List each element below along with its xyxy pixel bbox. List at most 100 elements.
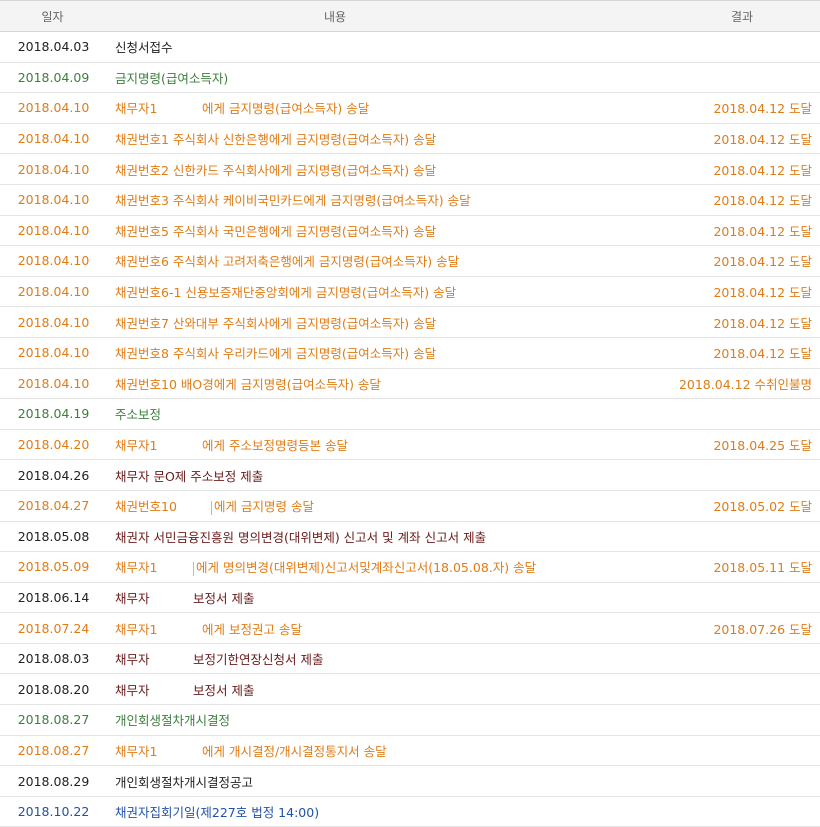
row-content: 채권번호10 에게 금지명령 송달 bbox=[105, 490, 660, 522]
table-row: 2018.04.10 채권번호6 주식회사 고려저축은행에게 금지명령(급여소득… bbox=[0, 245, 820, 277]
row-content-text: 보정서 제출 bbox=[193, 682, 255, 698]
row-content-text: 채권번호2 신한카드 주식회사에게 금지명령(급여소득자) 송달 bbox=[115, 162, 437, 178]
row-date: 2018.04.10 bbox=[0, 153, 105, 185]
table-row: 2018.04.27 채권번호10 에게 금지명령 송달 2018.05.02 도… bbox=[0, 490, 820, 522]
row-date: 2018.04.09 bbox=[0, 62, 105, 94]
row-content-text: 채권번호3 주식회사 케이비국민카드에게 금지명령(급여소득자) 송달 bbox=[115, 193, 471, 209]
row-date: 2018.04.27 bbox=[0, 490, 105, 522]
row-content: 주소보정 bbox=[105, 398, 660, 430]
row-date: 2018.04.10 bbox=[0, 215, 105, 247]
row-recipient: 채무자1 bbox=[115, 101, 158, 117]
row-content: 채권번호3 주식회사 케이비국민카드에게 금지명령(급여소득자) 송달 bbox=[105, 184, 660, 216]
row-date: 2018.08.27 bbox=[0, 704, 105, 736]
row-content: 채무자1 에게 보정권고 송달 bbox=[105, 612, 660, 644]
row-content-text: 개인회생절차개시결정 bbox=[115, 713, 231, 729]
row-result bbox=[660, 643, 820, 675]
row-content-text: 금지명령(급여소득자) bbox=[115, 70, 229, 86]
table-row: 2018.04.10 채권번호1 주식회사 신한은행에게 금지명령(급여소득자)… bbox=[0, 123, 820, 155]
row-content-text: 에게 보정권고 송달 bbox=[202, 621, 302, 637]
row-content: 채무자1 에게 개시결정/개시결정통지서 송달 bbox=[105, 735, 660, 767]
row-result: 2018.04.12 도달 bbox=[660, 92, 820, 124]
row-result bbox=[660, 704, 820, 736]
row-content: 채무자1 에게 주소보정명령등본 송달 bbox=[105, 429, 660, 461]
row-content: 개인회생절차개시결정 bbox=[105, 704, 660, 736]
row-result bbox=[660, 459, 820, 491]
row-date: 2018.08.29 bbox=[0, 765, 105, 797]
row-content-text: 채권번호5 주식회사 국민은행에게 금지명령(급여소득자) 송달 bbox=[115, 223, 437, 239]
row-date: 2018.05.09 bbox=[0, 551, 105, 583]
redaction-divider bbox=[211, 500, 212, 515]
row-content-text: 채권번호8 주식회사 우리카드에게 금지명령(급여소득자) 송달 bbox=[115, 346, 437, 362]
row-recipient: 채무자1 bbox=[115, 621, 158, 637]
row-result bbox=[660, 673, 820, 706]
table-row: 2018.04.10 채권번호7 산와대부 주식회사에게 금지명령(급여소득자)… bbox=[0, 306, 820, 338]
row-content: 채무자 보정기한연장신청서 제출 bbox=[105, 643, 660, 675]
row-result: 2018.04.12 도달 bbox=[660, 245, 820, 277]
table-row: 2018.04.10 채무자1 에게 금지명령(급여소득자) 송달 2018.04… bbox=[0, 92, 820, 124]
row-content: 채권번호7 산와대부 주식회사에게 금지명령(급여소득자) 송달 bbox=[105, 306, 660, 338]
table-body: 2018.04.03 신청서접수 2018.04.09 금지명령(급여소득자) … bbox=[0, 31, 820, 827]
row-content: 개인회생절차개시결정공고 bbox=[105, 765, 660, 797]
row-date: 2018.06.14 bbox=[0, 582, 105, 614]
row-content: 채권번호8 주식회사 우리카드에게 금지명령(급여소득자) 송달 bbox=[105, 337, 660, 369]
row-result bbox=[660, 31, 820, 63]
row-content-text: 에게 금지명령(급여소득자) 송달 bbox=[202, 101, 370, 117]
row-date: 2018.08.27 bbox=[0, 735, 105, 767]
row-recipient: 채무자1 bbox=[115, 743, 158, 759]
row-content: 채권번호1 주식회사 신한은행에게 금지명령(급여소득자) 송달 bbox=[105, 123, 660, 155]
row-content-text: 개인회생절차개시결정공고 bbox=[115, 774, 254, 790]
row-result: 2018.04.12 도달 bbox=[660, 276, 820, 308]
row-content: 채권번호6-1 신용보증재단중앙회에게 금지명령(급여소득자) 송달 bbox=[105, 276, 660, 308]
table-row: 2018.10.22 채권자집회기일(제227호 법정 14:00) bbox=[0, 796, 820, 827]
row-recipient: 채무자1 bbox=[115, 560, 158, 576]
row-content-text: 채권번호6-1 신용보증재단중앙회에게 금지명령(급여소득자) 송달 bbox=[115, 285, 457, 301]
row-content-text: 보정기한연장신청서 제출 bbox=[193, 652, 324, 668]
row-result bbox=[660, 62, 820, 94]
row-result bbox=[660, 735, 820, 767]
row-date: 2018.05.08 bbox=[0, 521, 105, 553]
row-result: 2018.05.11 도달 bbox=[660, 551, 820, 583]
row-content-text: 에게 금지명령 송달 bbox=[214, 499, 314, 515]
row-result bbox=[660, 521, 820, 553]
row-result bbox=[660, 582, 820, 614]
row-party: 채무자 bbox=[115, 652, 150, 668]
table-row: 2018.05.09 채무자1 에게 명의변경(대위변제)신고서및계좌신고서(18… bbox=[0, 551, 820, 583]
row-content: 채권번호6 주식회사 고려저축은행에게 금지명령(급여소득자) 송달 bbox=[105, 245, 660, 277]
row-result bbox=[660, 765, 820, 797]
row-date: 2018.04.19 bbox=[0, 398, 105, 430]
row-date: 2018.07.24 bbox=[0, 612, 105, 644]
row-content-text: 에게 개시결정/개시결정통지서 송달 bbox=[202, 743, 387, 759]
table-row: 2018.06.14 채무자 보정서 제출 bbox=[0, 582, 820, 614]
table-row: 2018.04.10 채권번호10 배O경에게 금지명령(급여소득자) 송달 2… bbox=[0, 368, 820, 400]
row-content: 채무자 문O제 주소보정 제출 bbox=[105, 459, 660, 491]
table-row: 2018.04.09 금지명령(급여소득자) bbox=[0, 62, 820, 94]
row-content: 채권자집회기일(제227호 법정 14:00) bbox=[105, 796, 660, 827]
row-content: 채권자 서민금융진흥원 명의변경(대위변제) 신고서 및 계좌 신고서 제출 bbox=[105, 521, 660, 553]
row-result: 2018.04.12 도달 bbox=[660, 215, 820, 247]
table-row: 2018.04.10 채권번호6-1 신용보증재단중앙회에게 금지명령(급여소득… bbox=[0, 276, 820, 308]
row-result bbox=[660, 398, 820, 430]
row-date: 2018.04.10 bbox=[0, 337, 105, 369]
row-content-text: 채권번호7 산와대부 주식회사에게 금지명령(급여소득자) 송달 bbox=[115, 315, 437, 331]
row-content: 금지명령(급여소득자) bbox=[105, 62, 660, 94]
row-result: 2018.07.26 도달 bbox=[660, 612, 820, 644]
header-content: 내용 bbox=[105, 0, 660, 32]
row-content: 채무자 보정서 제출 bbox=[105, 582, 660, 614]
row-content-text: 에게 명의변경(대위변제)신고서및계좌신고서(18.05.08.자) 송달 bbox=[196, 560, 537, 576]
table-row: 2018.04.20 채무자1 에게 주소보정명령등본 송달 2018.04.25… bbox=[0, 429, 820, 461]
row-result: 2018.04.25 도달 bbox=[660, 429, 820, 461]
row-date: 2018.04.10 bbox=[0, 123, 105, 155]
row-party: 채무자 bbox=[115, 682, 150, 698]
row-content: 채무자 보정서 제출 bbox=[105, 673, 660, 706]
row-content-text: 주소보정 bbox=[115, 407, 162, 423]
table-row: 2018.07.24 채무자1 에게 보정권고 송달 2018.07.26 도달 bbox=[0, 612, 820, 644]
row-date: 2018.04.03 bbox=[0, 31, 105, 63]
row-party: 채무자 bbox=[115, 590, 150, 606]
row-result: 2018.04.12 도달 bbox=[660, 337, 820, 369]
row-result: 2018.04.12 도달 bbox=[660, 153, 820, 185]
row-content-text: 채권번호6 주식회사 고려저축은행에게 금지명령(급여소득자) 송달 bbox=[115, 254, 460, 270]
table-row: 2018.08.27 개인회생절차개시결정 bbox=[0, 704, 820, 736]
row-content: 채무자1 에게 금지명령(급여소득자) 송달 bbox=[105, 92, 660, 124]
row-content-text: 채권자 서민금융진흥원 명의변경(대위변제) 신고서 및 계좌 신고서 제출 bbox=[115, 529, 487, 545]
row-content: 채권번호2 신한카드 주식회사에게 금지명령(급여소득자) 송달 bbox=[105, 153, 660, 185]
